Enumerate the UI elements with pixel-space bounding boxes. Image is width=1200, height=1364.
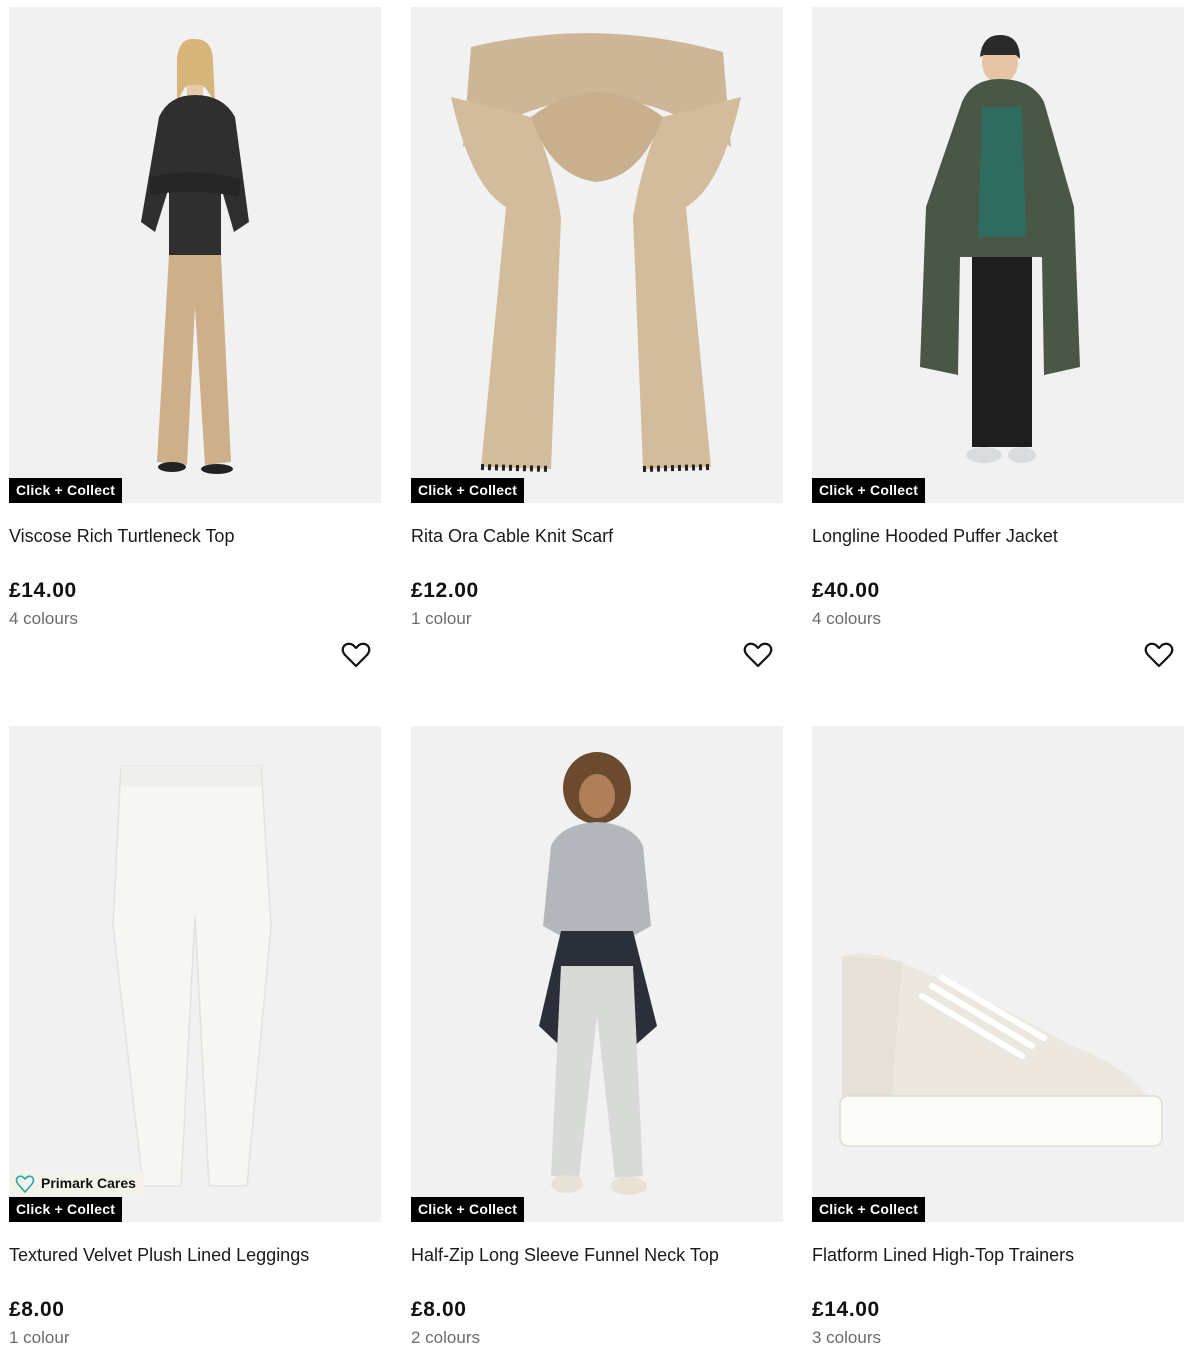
product-grid: Click + Collect Viscose Rich Turtleneck …: [0, 0, 1200, 1364]
product-colours: 2 colours: [411, 1328, 480, 1347]
product-card: Click + Collect Half-Zip Long Sleeve Fun…: [411, 726, 783, 1348]
product-title[interactable]: Half-Zip Long Sleeve Funnel Neck Top: [411, 1244, 783, 1266]
product-photo-high-top-trainers: [812, 726, 1184, 1222]
primark-cares-heart-icon: [15, 1174, 35, 1193]
product-image[interactable]: Click + Collect: [812, 7, 1184, 503]
product-colours: 4 colours: [812, 609, 881, 628]
product-colours: 1 colour: [9, 1328, 70, 1347]
product-image[interactable]: Primark Cares Click + Collect: [9, 726, 381, 1222]
product-colours: 4 colours: [9, 609, 78, 628]
product-colours: 1 colour: [411, 609, 472, 628]
product-photo-leggings: [9, 726, 381, 1222]
product-price: £14.00: [9, 579, 77, 602]
click-collect-badge: Click + Collect: [812, 1197, 926, 1222]
product-card: Click + Collect Flatform Lined High-Top …: [812, 726, 1184, 1348]
product-price: £12.00: [411, 579, 479, 602]
product-photo-puffer-jacket: [812, 7, 1184, 503]
product-title[interactable]: Longline Hooded Puffer Jacket: [812, 525, 1184, 547]
product-price: £14.00: [812, 1298, 880, 1321]
click-collect-badge: Click + Collect: [411, 1197, 525, 1222]
product-title[interactable]: Rita Ora Cable Knit Scarf: [411, 525, 783, 547]
heart-outline-icon[interactable]: [341, 641, 371, 669]
product-photo-turtleneck: [9, 7, 381, 503]
product-card: Click + Collect Longline Hooded Puffer J…: [812, 7, 1184, 668]
product-colours: 3 colours: [812, 1328, 881, 1347]
click-collect-badge: Click + Collect: [411, 478, 525, 503]
primark-cares-badge: Primark Cares: [9, 1171, 144, 1196]
click-collect-badge: Click + Collect: [9, 478, 123, 503]
product-card: Primark Cares Click + Collect Textured V…: [9, 726, 381, 1348]
product-image[interactable]: Click + Collect: [411, 7, 783, 503]
product-photo-half-zip-top: [411, 726, 783, 1222]
product-photo-scarf: [411, 7, 783, 503]
product-price: £8.00: [9, 1298, 65, 1321]
click-collect-badge: Click + Collect: [812, 478, 926, 503]
product-price: £40.00: [812, 579, 880, 602]
product-title[interactable]: Textured Velvet Plush Lined Leggings: [9, 1244, 381, 1266]
product-price: £8.00: [411, 1298, 467, 1321]
heart-outline-icon[interactable]: [743, 641, 773, 669]
click-collect-badge: Click + Collect: [9, 1197, 123, 1222]
product-card: Click + Collect Rita Ora Cable Knit Scar…: [411, 7, 783, 668]
primark-cares-label: Primark Cares: [41, 1175, 136, 1191]
product-image[interactable]: Click + Collect: [411, 726, 783, 1222]
product-image[interactable]: Click + Collect: [812, 726, 1184, 1222]
product-title[interactable]: Viscose Rich Turtleneck Top: [9, 525, 381, 547]
product-image[interactable]: Click + Collect: [9, 7, 381, 503]
heart-outline-icon[interactable]: [1144, 641, 1174, 669]
product-title[interactable]: Flatform Lined High-Top Trainers: [812, 1244, 1184, 1266]
product-card: Click + Collect Viscose Rich Turtleneck …: [9, 7, 381, 668]
